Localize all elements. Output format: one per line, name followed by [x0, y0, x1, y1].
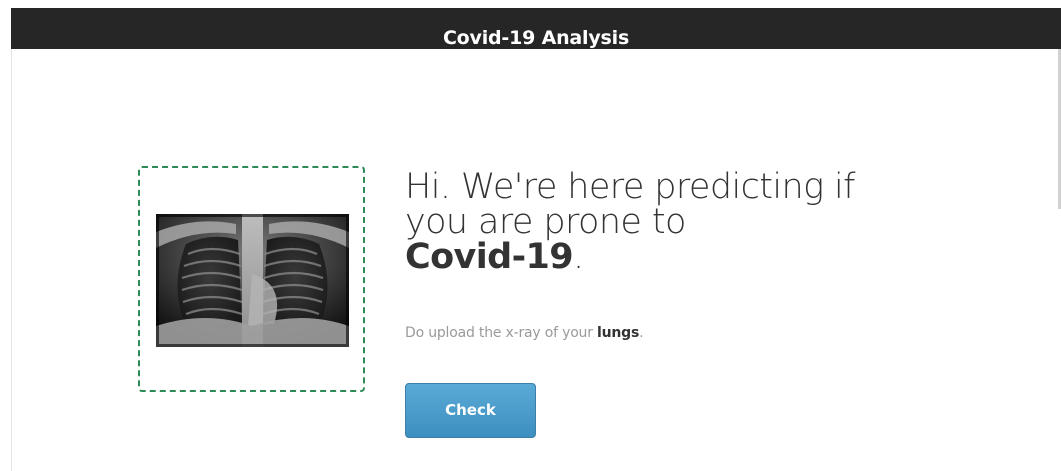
hero-line-3: Covid-19.	[405, 240, 925, 275]
hero-line-3-suffix: .	[573, 237, 584, 277]
left-gutter	[0, 0, 11, 471]
chest-xray-graphic	[156, 214, 349, 347]
app-header: Covid-19 Analysis	[11, 8, 1061, 49]
content-left-border	[11, 49, 12, 471]
hero-keyword: Covid-19	[405, 237, 574, 277]
upload-instruction: Do upload the x-ray of your lungs.	[405, 324, 644, 342]
instruction-keyword: lungs	[597, 325, 640, 341]
app-window: Covid-19 Analysis Hi. We're here predict…	[0, 0, 1061, 471]
check-button[interactable]: Check	[405, 383, 536, 438]
xray-preview-image	[156, 214, 349, 347]
page-title: Covid-19 Analysis	[442, 27, 630, 49]
instruction-suffix: .	[639, 325, 644, 341]
hero-headline: Hi. We're here predicting if you are pro…	[405, 170, 925, 275]
hero-line-2: you are prone to	[405, 202, 686, 242]
instruction-prefix: Do upload the x-ray of your	[405, 325, 598, 341]
hero-line-1: Hi. We're here predicting if	[405, 167, 855, 207]
